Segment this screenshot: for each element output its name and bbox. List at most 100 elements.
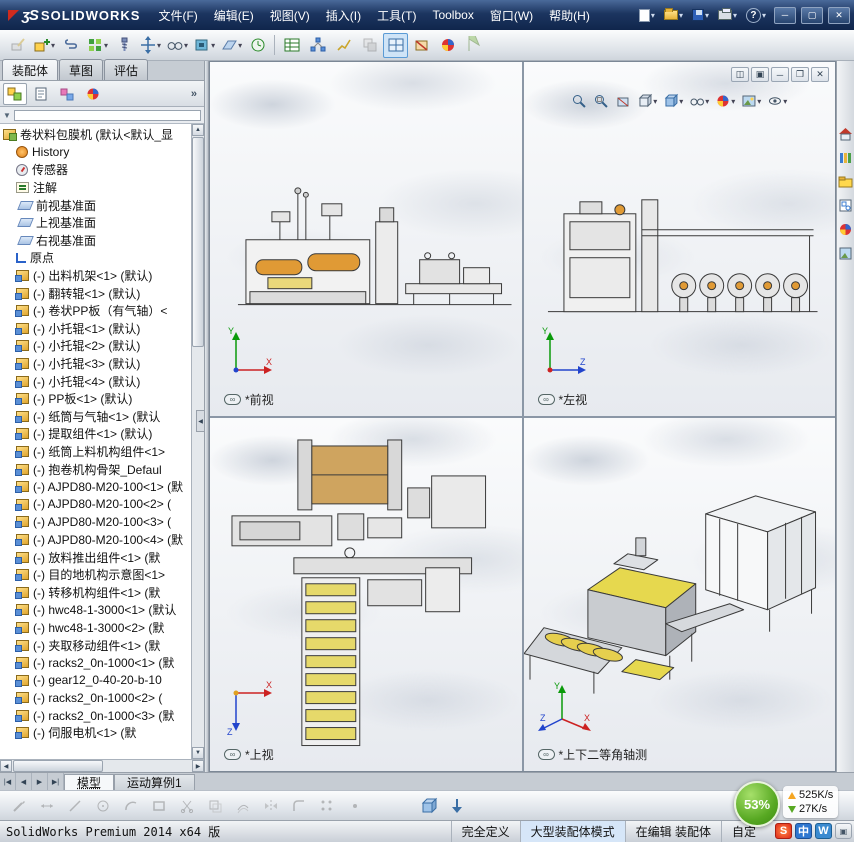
menu-insert[interactable]: 插入(I) [318,3,369,28]
performance-gauge[interactable]: 53% [734,781,780,827]
custom-properties-tab[interactable] [838,245,854,261]
trim-button[interactable] [174,793,199,818]
explode-line-sketch-button[interactable] [331,33,356,58]
maximize-button[interactable]: ▢ [801,6,823,24]
tree-item-component[interactable]: (-) 放料推出组件<1> (默 [0,548,191,566]
simulation-button[interactable] [461,33,486,58]
section-view-button[interactable] [409,33,434,58]
viewport-front[interactable]: Y X ∞ *前视 [210,62,522,416]
insert-component-button[interactable]: ▾ [31,33,57,58]
menu-window[interactable]: 窗口(W) [482,3,541,28]
tree-item-annotations[interactable]: 注解 [0,179,191,197]
tree-item-component[interactable]: (-) 翻转辊<1> (默认) [0,284,191,302]
tree-item-component[interactable]: (-) 出料机架<1> (默认) [0,267,191,285]
smart-dimension-button[interactable] [34,793,59,818]
viewport-layout-button[interactable] [383,32,409,58]
tree-item-component[interactable]: (-) 小托辊<1> (默认) [0,320,191,338]
component-pattern-button[interactable]: ▾ [84,33,110,58]
circle-button[interactable] [90,793,115,818]
tree-item-component[interactable]: (-) 纸筒上料机构组件<1> [0,443,191,461]
minimize-button[interactable]: ─ [774,6,796,24]
doc-minimize-icon[interactable]: ─ [771,67,789,82]
configurationmanager-tab[interactable] [55,83,79,105]
view-palette-tab[interactable] [838,197,854,213]
doc-close-icon[interactable]: ✕ [811,67,829,82]
smart-fasteners-button[interactable] [111,33,136,58]
apply-scene-button[interactable]: ▾ [740,92,762,110]
keyboard-icon[interactable]: ▣ [835,823,852,839]
file-explorer-tab[interactable] [838,173,854,189]
new-document-button[interactable]: ▾ [636,7,658,24]
input-toolbar-icon[interactable]: W [815,823,832,839]
tree-item-component[interactable]: (-) 小托辊<2> (默认) [0,337,191,355]
hide-show-items-button[interactable]: ▾ [688,92,710,110]
tab-model[interactable]: 模型 [64,774,115,790]
doc-restore-icon[interactable]: ❐ [791,67,809,82]
tree-item-top-plane[interactable]: 上视基准面 [0,214,191,232]
menu-file[interactable]: 文件(F) [150,3,205,28]
menu-help[interactable]: 帮助(H) [541,3,598,28]
isometric-view-button[interactable] [416,793,441,818]
prev-tab-button[interactable]: ◀ [16,773,32,790]
viewport-isometric[interactable]: Y X Z ∞ *上下二等角轴测 [523,417,835,771]
section-view-button[interactable] [614,92,632,110]
network-speed-widget[interactable]: 525K/s 27K/s [783,786,839,818]
tree-item-component[interactable]: (-) AJPD80-M20-100<4> (默 [0,531,191,549]
move-component-button[interactable]: ▾ [137,33,163,58]
panel-chevrons[interactable]: » [191,88,201,100]
motion-study-button[interactable] [245,33,270,58]
help-button[interactable]: ? ▾ [743,6,769,25]
tree-item-front-plane[interactable]: 前视基准面 [0,196,191,214]
scroll-right-icon[interactable]: ▶ [192,760,204,772]
large-assembly-mode-text[interactable]: 大型装配体模式 [519,821,625,842]
zoom-area-button[interactable] [592,92,610,110]
linear-sketch-pattern-button[interactable] [314,793,339,818]
tree-horizontal-scrollbar[interactable]: ◀ ▶ [0,759,204,772]
save-button[interactable]: ▾ [689,7,712,23]
show-hidden-components-button[interactable]: ▾ [164,33,190,58]
mate-button[interactable] [58,33,83,58]
scroll-up-icon[interactable]: ▲ [192,124,204,136]
menu-tools[interactable]: 工具(T) [369,3,424,28]
design-library-tab[interactable] [838,149,854,165]
tree-item-component[interactable]: (-) 抱卷机构骨架_Defaul [0,460,191,478]
tree-item-origin[interactable]: 原点 [0,249,191,267]
tree-item-component[interactable]: (-) AJPD80-M20-100<2> ( [0,495,191,513]
reference-geometry-button[interactable]: ▾ [218,33,244,58]
viewport-top[interactable]: X Z ∞ *上视 [210,417,522,771]
scroll-left-icon[interactable]: ◀ [0,760,12,772]
assembly-features-button[interactable]: ▾ [191,33,217,58]
view-orientation-button[interactable]: ▾ [636,92,658,110]
offset-entities-button[interactable] [230,793,255,818]
line-button[interactable] [62,793,87,818]
fillet-button[interactable] [286,793,311,818]
mirror-entities-button[interactable] [258,793,283,818]
tree-item-right-plane[interactable]: 右视基准面 [0,232,191,250]
tree-item-component[interactable]: (-) AJPD80-M20-100<1> (默 [0,478,191,496]
rectangle-button[interactable] [146,793,171,818]
open-button[interactable]: ▾ [661,8,686,22]
filter-icon[interactable]: ▼ [3,111,11,120]
tree-item-component[interactable]: (-) gear12_0-40-20-b-10 [0,671,191,689]
tree-item-component[interactable]: (-) 小托辊<3> (默认) [0,355,191,373]
tree-item-component[interactable]: (-) 转移机构组件<1> (默 [0,583,191,601]
tab-sketch[interactable]: 草图 [59,59,104,80]
tab-assembly[interactable]: 装配体 [2,59,59,80]
menu-toolbox[interactable]: Toolbox [424,4,481,26]
edit-component-button[interactable] [5,33,30,58]
appearances-scenes-tab[interactable] [838,221,854,237]
display-style-button[interactable]: ▾ [662,92,684,110]
tree-item-component[interactable]: (-) 伺服电机<1> (默 [0,724,191,742]
panel-collapse-arrow[interactable]: ◀ [196,410,205,432]
print-button[interactable]: ▾ [715,8,740,22]
tab-motion-study[interactable]: 运动算例1 [114,774,195,790]
convert-entities-button[interactable] [202,793,227,818]
tree-vertical-scrollbar[interactable]: ▲ ▼ [191,124,204,759]
tree-item-component[interactable]: (-) racks2_0n-1000<2> ( [0,689,191,707]
tab-evaluate[interactable]: 评估 [104,59,149,80]
tree-item-component[interactable]: (-) PP板<1> (默认) [0,390,191,408]
tree-item-component[interactable]: (-) 纸筒与气轴<1> (默认 [0,408,191,426]
sketch-button[interactable] [6,793,31,818]
tree-item-component[interactable]: (-) 目的地机构示意图<1> [0,566,191,584]
edit-appearance-button[interactable]: ▾ [714,92,736,110]
